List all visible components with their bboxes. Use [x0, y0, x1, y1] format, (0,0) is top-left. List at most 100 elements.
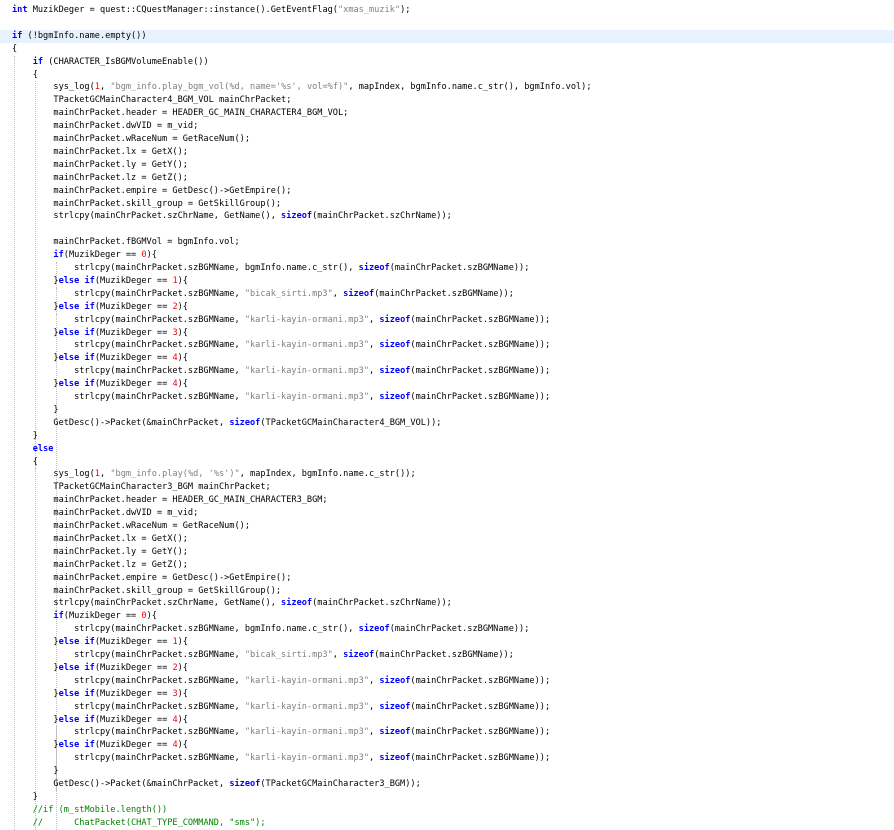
code-line[interactable]: }	[0, 430, 894, 443]
code-line[interactable]: }else if(MuzikDeger == 4){	[0, 714, 894, 727]
code-line[interactable]: int MuzikDeger = quest::CQuestManager::i…	[0, 4, 894, 17]
code-line-text: mainChrPacket.empire = GetDesc()->GetEmp…	[12, 185, 292, 196]
code-line[interactable]: GetDesc()->Packet(&mainChrPacket, sizeof…	[0, 417, 894, 430]
code-line[interactable]: mainChrPacket.fBGMVol = bgmInfo.vol;	[0, 236, 894, 249]
code-line[interactable]: strlcpy(mainChrPacket.szBGMName, "karli-…	[0, 701, 894, 714]
code-line[interactable]: mainChrPacket.empire = GetDesc()->GetEmp…	[0, 572, 894, 585]
code-line-text: }else if(MuzikDeger == 4){	[12, 353, 188, 364]
code-line[interactable]: mainChrPacket.dwVID = m_vid;	[0, 507, 894, 520]
code-line-text: mainChrPacket.lz = GetZ();	[12, 172, 188, 183]
code-line[interactable]: }else if(MuzikDeger == 1){	[0, 275, 894, 288]
code-line-text: if (!bgmInfo.name.empty())	[12, 30, 147, 41]
code-line-text: mainChrPacket.wRaceNum = GetRaceNum();	[12, 521, 250, 531]
code-line[interactable]: strlcpy(mainChrPacket.szBGMName, bgmInfo…	[0, 623, 894, 636]
code-line[interactable]: {	[0, 456, 894, 469]
code-line-text: strlcpy(mainChrPacket.szBGMName, "karli-…	[12, 366, 551, 377]
code-line[interactable]: strlcpy(mainChrPacket.szBGMName, "karli-…	[0, 391, 894, 404]
code-line[interactable]: TPacketGCMainCharacter3_BGM mainChrPacke…	[0, 481, 894, 494]
code-line[interactable]: strlcpy(mainChrPacket.szBGMName, bgmInfo…	[0, 262, 894, 275]
code-line[interactable]: strlcpy(mainChrPacket.szChrName, GetName…	[0, 597, 894, 610]
code-line[interactable]: mainChrPacket.header = HEADER_GC_MAIN_CH…	[0, 107, 894, 120]
code-line[interactable]: mainChrPacket.lx = GetX();	[0, 146, 894, 159]
code-line[interactable]: //if (m_stMobile.length())	[0, 804, 894, 817]
code-editor[interactable]: int MuzikDeger = quest::CQuestManager::i…	[0, 0, 894, 830]
code-line[interactable]: }else if(MuzikDeger == 3){	[0, 688, 894, 701]
code-line-text: TPacketGCMainCharacter4_BGM_VOL mainChrP…	[12, 95, 292, 106]
code-line[interactable]: strlcpy(mainChrPacket.szBGMName, "karli-…	[0, 726, 894, 739]
code-line[interactable]: strlcpy(mainChrPacket.szBGMName, "karli-…	[0, 314, 894, 327]
code-line-text: if (CHARACTER_IsBGMVolumeEnable())	[32, 56, 209, 67]
code-line-text: mainChrPacket.ly = GetY();	[12, 159, 188, 170]
code-line[interactable]: mainChrPacket.wRaceNum = GetRaceNum();	[0, 520, 894, 533]
code-line-text: strlcpy(mainChrPacket.szBGMName, "karli-…	[12, 675, 551, 686]
code-line[interactable]: }else if(MuzikDeger == 4){	[0, 739, 894, 752]
code-line[interactable]: strlcpy(mainChrPacket.szBGMName, "karli-…	[0, 752, 894, 765]
code-line-text: }else if(MuzikDeger == 2){	[12, 662, 188, 673]
code-line[interactable]: // ChatPacket(CHAT_TYPE_COMMAND, "sms");	[0, 817, 894, 830]
code-line[interactable]: if (CHARACTER_IsBGMVolumeEnable())	[0, 56, 894, 69]
code-line[interactable]: mainChrPacket.lx = GetX();	[0, 533, 894, 546]
code-line[interactable]: mainChrPacket.wRaceNum = GetRaceNum();	[0, 133, 894, 146]
code-line[interactable]: }else if(MuzikDeger == 2){	[0, 662, 894, 675]
code-line-text: strlcpy(mainChrPacket.szBGMName, "karli-…	[12, 392, 551, 402]
code-line[interactable]: mainChrPacket.header = HEADER_GC_MAIN_CH…	[0, 494, 894, 507]
code-line-text: }	[12, 430, 38, 441]
code-line[interactable]: }else if(MuzikDeger == 4){	[0, 352, 894, 365]
code-line[interactable]: strlcpy(mainChrPacket.szBGMName, "karli-…	[0, 365, 894, 378]
code-line[interactable]: strlcpy(mainChrPacket.szBGMName, "bicak_…	[0, 288, 894, 301]
code-line-text: strlcpy(mainChrPacket.szBGMName, "bicak_…	[12, 650, 514, 660]
code-line[interactable]: mainChrPacket.skill_group = GetSkillGrou…	[0, 198, 894, 211]
code-line[interactable]: }	[0, 765, 894, 778]
code-line[interactable]: GetDesc()->Packet(&mainChrPacket, sizeof…	[0, 778, 894, 791]
code-line[interactable]	[0, 223, 894, 236]
code-line-text: }else if(MuzikDeger == 4){	[12, 714, 188, 725]
code-line[interactable]: if(MuzikDeger == 0){	[0, 610, 894, 623]
code-line[interactable]: }	[0, 404, 894, 417]
code-line-text: //if (m_stMobile.length())	[32, 804, 168, 815]
code-line-text: if(MuzikDeger == 0){	[53, 250, 157, 261]
code-line-text: strlcpy(mainChrPacket.szBGMName, "karli-…	[12, 701, 551, 712]
code-line[interactable]: strlcpy(mainChrPacket.szBGMName, "karli-…	[0, 675, 894, 688]
code-line-text: }	[12, 404, 59, 415]
code-line[interactable]: strlcpy(mainChrPacket.szBGMName, "karli-…	[0, 339, 894, 352]
code-line[interactable]: {	[0, 43, 894, 56]
code-line[interactable]: mainChrPacket.ly = GetY();	[0, 546, 894, 559]
code-line[interactable]: }else if(MuzikDeger == 4){	[0, 378, 894, 391]
code-line[interactable]: if(MuzikDeger == 0){	[0, 249, 894, 262]
code-line-text: }else if(MuzikDeger == 3){	[12, 327, 188, 338]
code-line-text: sys_log(1, "bgm_info.play(%d, '%s')", ma…	[12, 469, 416, 480]
code-line[interactable]: strlcpy(mainChrPacket.szBGMName, "bicak_…	[0, 649, 894, 662]
code-line[interactable]: TPacketGCMainCharacter4_BGM_VOL mainChrP…	[0, 94, 894, 107]
code-line-text: {	[12, 456, 38, 467]
code-line[interactable]: mainChrPacket.skill_group = GetSkillGrou…	[0, 585, 894, 598]
code-line-text: }else if(MuzikDeger == 2){	[12, 301, 188, 312]
code-line-text: strlcpy(mainChrPacket.szBGMName, "karli-…	[12, 340, 551, 351]
code-line[interactable]: sys_log(1, "bgm_info.play(%d, '%s')", ma…	[0, 468, 894, 481]
code-line-text: GetDesc()->Packet(&mainChrPacket, sizeof…	[12, 417, 442, 428]
code-line[interactable]: {	[0, 69, 894, 82]
code-line[interactable]: if (!bgmInfo.name.empty())	[0, 29, 894, 43]
code-line-text: strlcpy(mainChrPacket.szChrName, GetName…	[12, 598, 452, 609]
code-line[interactable]: mainChrPacket.ly = GetY();	[0, 159, 894, 172]
code-line-text: mainChrPacket.header = HEADER_GC_MAIN_CH…	[12, 495, 328, 506]
code-line[interactable]: strlcpy(mainChrPacket.szChrName, GetName…	[0, 210, 894, 223]
code-line[interactable]: mainChrPacket.lz = GetZ();	[0, 172, 894, 185]
code-line-text: {	[12, 69, 38, 80]
code-line[interactable]: }else if(MuzikDeger == 2){	[0, 301, 894, 314]
code-line[interactable]: mainChrPacket.empire = GetDesc()->GetEmp…	[0, 185, 894, 198]
code-line-text: mainChrPacket.skill_group = GetSkillGrou…	[12, 585, 282, 596]
code-line-text: mainChrPacket.dwVID = m_vid;	[12, 508, 199, 519]
code-line[interactable]: }	[0, 791, 894, 804]
code-line-text: mainChrPacket.ly = GetY();	[12, 546, 188, 557]
code-line[interactable]: mainChrPacket.lz = GetZ();	[0, 559, 894, 572]
code-line[interactable]: }else if(MuzikDeger == 1){	[0, 636, 894, 649]
code-line-text: GetDesc()->Packet(&mainChrPacket, sizeof…	[12, 779, 421, 789]
code-line[interactable]	[0, 17, 894, 30]
code-line-text: else	[32, 443, 54, 454]
code-line[interactable]: sys_log(1, "bgm_info.play_bgm_vol(%d, na…	[0, 81, 894, 94]
code-line-text: }	[12, 791, 38, 802]
code-line[interactable]: else	[0, 443, 894, 456]
code-line[interactable]: }else if(MuzikDeger == 3){	[0, 327, 894, 340]
code-line-text: // ChatPacket(CHAT_TYPE_COMMAND, "sms");	[32, 817, 266, 828]
code-line[interactable]: mainChrPacket.dwVID = m_vid;	[0, 120, 894, 133]
